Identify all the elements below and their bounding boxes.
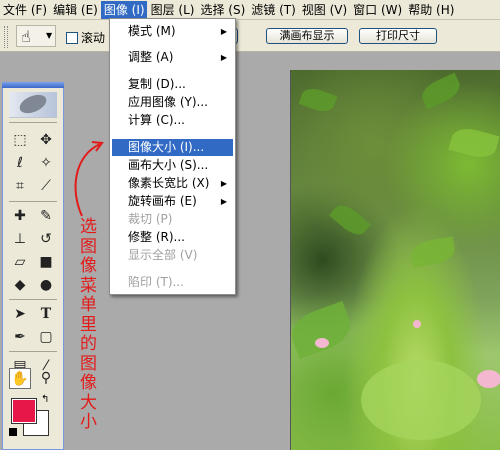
scroll-all-windows-option[interactable]: 滚动 [66, 29, 105, 46]
photoshop-logo [9, 92, 57, 118]
toolbox-title-bar[interactable] [2, 82, 64, 88]
menu-file[interactable]: 文件 (F) [0, 1, 49, 19]
menu-apply-image[interactable]: 应用图像 (Y)... [112, 94, 233, 111]
eraser-tool-icon[interactable]: ▱ [9, 252, 31, 273]
menu-view[interactable]: 视图 (V) [299, 1, 349, 19]
healing-brush-tool-icon[interactable]: ✚ [9, 206, 31, 227]
lotus-bud [413, 320, 421, 328]
menu-duplicate[interactable]: 复制 (D)... [112, 76, 233, 93]
scroll-all-checkbox[interactable] [66, 31, 78, 44]
dodge-tool-icon[interactable]: ● [35, 275, 57, 296]
menu-trim[interactable]: 修整 (R)... [112, 229, 233, 246]
menu-adjust[interactable]: 调整 (A) ▶ [112, 49, 233, 66]
path-selection-tool-icon[interactable]: ➤ [9, 304, 31, 325]
default-colors-icon[interactable] [9, 428, 17, 436]
crop-tool-icon[interactable]: ⌗ [9, 176, 31, 197]
pen-tool-icon[interactable]: ✒ [9, 327, 31, 348]
menu-bar: 文件 (F) 编辑 (E) 图像 (I) 图层 (L) 选择 (S) 滤镜 (T… [0, 0, 500, 20]
dropdown-arrow-icon: ▼ [46, 31, 53, 40]
toolbox-divider [9, 299, 57, 300]
brush-tool-icon[interactable]: ✎ [35, 206, 57, 227]
submenu-arrow-icon: ▶ [220, 27, 227, 36]
menu-filter[interactable]: 滤镜 (T) [248, 1, 298, 19]
blur-tool-icon[interactable]: ◆ [9, 275, 31, 296]
gradient-tool-icon[interactable]: ■ [35, 252, 57, 273]
menu-image[interactable]: 图像 (I) [100, 0, 147, 19]
magic-wand-tool-icon[interactable]: ✧ [35, 153, 57, 174]
menu-help[interactable]: 帮助 (H) [405, 1, 456, 19]
hand-tool-icon[interactable]: ✋ [9, 368, 31, 389]
clone-stamp-tool-icon[interactable]: ⊥ [9, 229, 31, 250]
menu-pixel-aspect-ratio[interactable]: 像素长宽比 (X) ▶ [112, 175, 233, 192]
image-menu-dropdown: 模式 (M) ▶ 调整 (A) ▶ 复制 (D)... 应用图像 (Y)... 计算… [109, 18, 236, 295]
menu-calculations[interactable]: 计算 (C)... [112, 112, 233, 129]
move-tool-icon[interactable]: ✥ [35, 130, 57, 151]
menu-separator [113, 70, 232, 71]
submenu-arrow-icon: ▶ [220, 53, 227, 62]
foreground-color-swatch[interactable] [11, 398, 37, 424]
lotus-flower [315, 338, 329, 348]
shape-tool-icon[interactable]: ▢ [35, 327, 57, 348]
menu-edit[interactable]: 编辑 (E) [50, 1, 100, 19]
menu-reveal-all: 显示全部 (V) [128, 248, 198, 262]
document-canvas[interactable] [290, 70, 500, 450]
toolbox-divider [9, 122, 57, 123]
menu-rotate-canvas[interactable]: 旋转画布 (E) ▶ [112, 193, 233, 210]
menu-crop: 裁切 (P) [128, 212, 173, 226]
history-brush-tool-icon[interactable]: ↺ [35, 229, 57, 250]
toolbox: ⬚ ✥ ℓ ✧ ⌗ ⟋ ✚ ✎ ⊥ ↺ ▱ ■ ◆ ● ➤ T ✒ ▢ ▤ ⁄ … [2, 82, 64, 450]
print-size-button[interactable]: 打印尺寸 [359, 28, 437, 44]
toolbox-divider [9, 351, 57, 352]
hand-tool-icon: ☝ [21, 27, 31, 46]
swap-colors-icon[interactable]: ↰ [41, 394, 49, 405]
fit-on-screen-button[interactable]: 满画布显示 [266, 28, 348, 44]
menu-separator [113, 44, 232, 45]
options-grip[interactable] [4, 26, 8, 48]
menu-select[interactable]: 选择 (S) [197, 1, 247, 19]
lasso-tool-icon[interactable]: ℓ [9, 153, 31, 174]
menu-separator [113, 134, 232, 135]
slice-tool-icon[interactable]: ⟋ [35, 176, 57, 197]
submenu-arrow-icon: ▶ [220, 197, 227, 206]
annotation-text: 选图像菜单里的图像大小 [80, 217, 97, 432]
menu-canvas-size[interactable]: 画布大小 (S)... [112, 157, 233, 174]
options-bar: ☝ ▼ 滚动 满画布显示 打印尺寸 [0, 20, 500, 52]
menu-window[interactable]: 窗口 (W) [350, 1, 404, 19]
menu-layer[interactable]: 图层 (L) [148, 1, 197, 19]
submenu-arrow-icon: ▶ [220, 179, 227, 188]
scroll-all-label: 滚动 [81, 31, 106, 45]
marquee-tool-icon[interactable]: ⬚ [9, 130, 31, 151]
menu-separator [113, 269, 232, 270]
menu-mode[interactable]: 模式 (M) ▶ [112, 23, 233, 40]
type-tool-icon[interactable]: T [35, 304, 57, 325]
menu-trap: 陷印 (T)... [128, 275, 184, 289]
tool-preset-picker[interactable]: ☝ ▼ [16, 25, 56, 47]
lotus-flower [477, 370, 500, 388]
toolbox-divider [9, 201, 57, 202]
zoom-tool-icon[interactable]: ⚲ [35, 368, 57, 389]
annotation-arrow-icon [74, 141, 104, 217]
menu-image-size[interactable]: 图像大小 (I)... [112, 139, 233, 156]
